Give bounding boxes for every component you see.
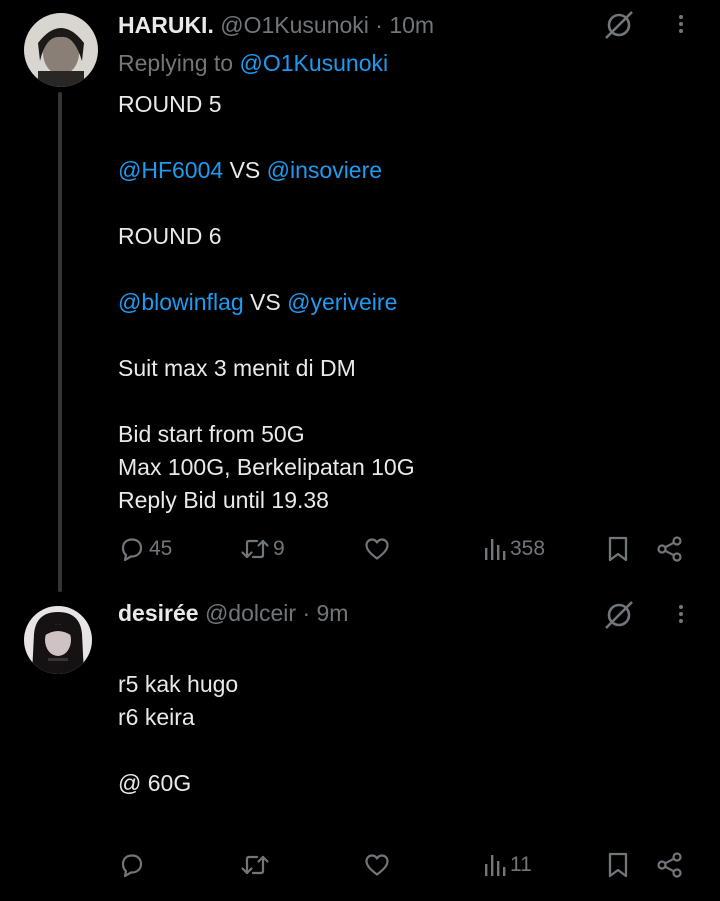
grok-icon[interactable] [602,598,636,632]
like-icon [365,538,389,560]
handle[interactable]: @dolceir [205,600,296,626]
display-name[interactable]: HARUKI. [118,12,214,38]
repost-count: 9 [273,537,285,560]
text-line: @ 60G [118,770,192,796]
reply-icon [121,538,143,562]
tweet-header: HARUKI. @O1Kusunoki · 10m [118,10,434,40]
tweet-text: r5 kak hugo r6 keira @ 60G [118,668,238,800]
bookmark-button[interactable] [607,531,629,567]
mention[interactable]: @insoviere [267,157,382,183]
tweet-haruki[interactable]: HARUKI. @O1Kusunoki · 10m Replying to @O… [0,0,720,592]
reply-count: 45 [149,537,173,560]
action-bar: 11 [0,847,720,883]
text-line: @HF6004 VS @insoviere [118,154,415,187]
avatar[interactable] [24,606,92,674]
tweet-header: desirée @dolceir · 9m [118,598,348,628]
share-button[interactable] [656,847,684,883]
view-count: 11 [510,853,532,876]
like-button[interactable] [363,531,394,567]
text-line: r6 keira [118,704,195,730]
views-button[interactable]: 11 [483,847,532,883]
like-button[interactable] [363,847,394,883]
text-line: ROUND 5 [118,91,222,117]
reply-button[interactable] [118,847,149,883]
avatar[interactable] [24,13,98,87]
separator: · [375,12,383,38]
share-icon [657,852,682,878]
like-icon [365,854,389,876]
timestamp[interactable]: 9m [317,600,349,626]
timestamp[interactable]: 10m [389,12,434,38]
thread-line [58,92,62,592]
bookmark-button[interactable] [607,847,629,883]
text-line: r5 kak hugo [118,671,239,697]
mention[interactable]: @blowinflag [118,289,244,315]
text-line: Reply Bid until 19.38 [118,487,329,513]
reply-icon [121,854,143,878]
action-bar: 45 9 358 [0,531,720,567]
views-button[interactable]: 358 [483,531,545,567]
repost-button[interactable]: 9 [240,531,285,567]
more-icon[interactable] [676,12,686,42]
repost-icon [241,855,269,875]
view-count: 358 [510,537,546,560]
text-line: Max 100G, Berkelipatan 10G [118,454,415,480]
share-icon [657,536,682,562]
replying-to: Replying to @O1Kusunoki [118,48,388,78]
share-button[interactable] [656,531,684,567]
views-icon [485,855,506,876]
mention[interactable]: @HF6004 [118,157,223,183]
repost-icon [241,539,269,559]
bookmark-icon [608,536,628,562]
tweet-desiree[interactable]: desirée @dolceir · 9m r5 kak hugo r6 kei… [0,590,720,901]
vs-text: VS [223,157,267,183]
repost-button[interactable] [240,847,273,883]
bookmark-icon [608,852,628,878]
text-line: Suit max 3 menit di DM [118,355,356,381]
text-line: ROUND 6 [118,223,222,249]
views-icon [485,539,506,560]
separator: · [302,600,311,626]
handle[interactable]: @O1Kusunoki [220,12,369,38]
replying-to-handle[interactable]: @O1Kusunoki [239,50,388,76]
display-name[interactable]: desirée [118,600,199,626]
tweet-text: ROUND 5 @HF6004 VS @insoviere ROUND 6 @b… [118,88,415,517]
text-line: Bid start from 50G [118,421,305,447]
mention[interactable]: @yeriveire [287,289,397,315]
grok-icon[interactable] [602,8,636,42]
text-line: @blowinflag VS @yeriveire [118,286,415,319]
more-icon[interactable] [676,602,686,632]
replying-to-label: Replying to [118,50,234,76]
vs-text: VS [243,289,288,315]
reply-button[interactable]: 45 [118,531,172,567]
